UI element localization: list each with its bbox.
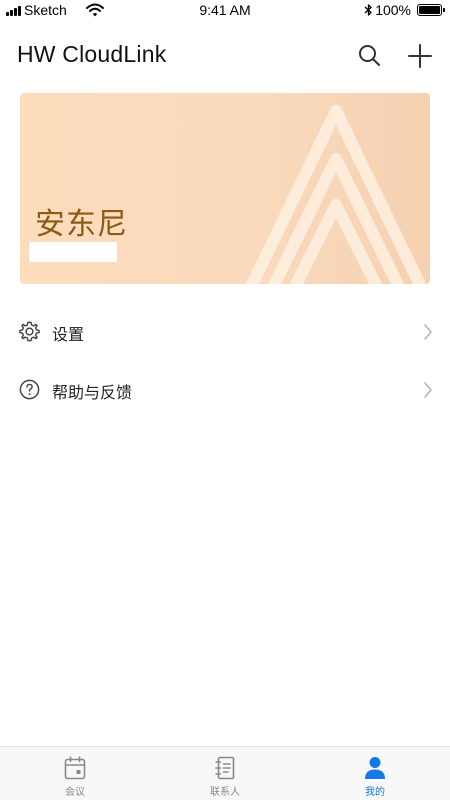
plus-icon[interactable] — [407, 43, 433, 69]
search-icon[interactable] — [357, 43, 381, 67]
gear-icon — [19, 321, 40, 342]
status-right: 100% — [364, 2, 445, 18]
tab-label-me: 我的 — [365, 787, 385, 798]
menu-label-settings: 设置 — [52, 325, 85, 344]
profile-card[interactable]: 安东尼 — [20, 93, 430, 284]
tab-meetings[interactable]: 会议 — [0, 747, 150, 800]
user-name: 安东尼 — [35, 207, 128, 242]
help-circle-icon — [19, 379, 40, 400]
menu-item-help-feedback[interactable]: 帮助与反馈 — [0, 366, 450, 414]
battery-percent: 100% — [375, 2, 411, 18]
person-icon — [365, 757, 385, 779]
tab-me[interactable]: 我的 — [300, 747, 450, 800]
chevron-right-icon — [424, 382, 432, 398]
app-title: HW CloudLink — [17, 41, 167, 67]
menu-label-help-feedback: 帮助与反馈 — [52, 383, 133, 402]
user-subtitle-redacted — [29, 242, 117, 262]
tab-label-contacts: 联系人 — [210, 787, 240, 798]
menu-item-settings[interactable]: 设置 — [0, 308, 450, 356]
tab-label-meetings: 会议 — [65, 787, 85, 798]
tab-contacts[interactable]: 联系人 — [150, 747, 300, 800]
chevron-right-icon — [424, 324, 432, 340]
calendar-icon — [64, 756, 86, 780]
contacts-book-icon — [215, 756, 235, 780]
bluetooth-icon — [364, 4, 372, 16]
battery-icon — [417, 4, 445, 16]
tab-bar: 会议 联系人 我的 — [0, 746, 450, 800]
status-bar: Sketch 9:41 AM 100% — [0, 0, 450, 22]
